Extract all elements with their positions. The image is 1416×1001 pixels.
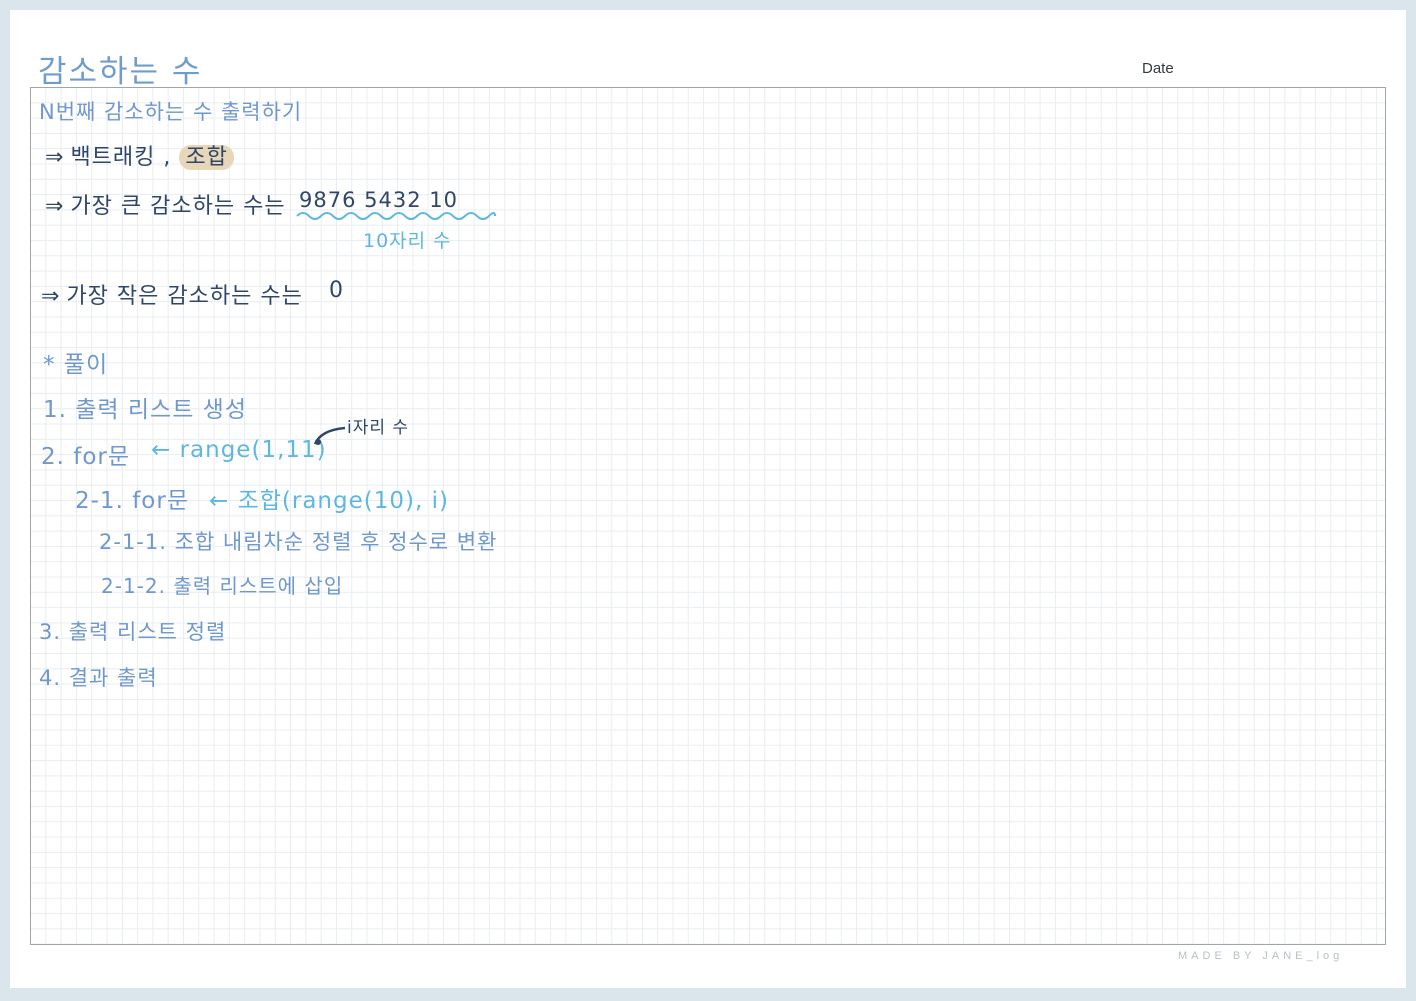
largest-value: 9876 5432 10 bbox=[299, 188, 458, 212]
step-3: 3. 출력 리스트 정렬 bbox=[39, 620, 227, 644]
arrow-icon: ⇒ bbox=[41, 284, 61, 309]
step-2-1-2: 2-1-2. 출력 리스트에 삽입 bbox=[101, 574, 344, 598]
smallest-line: ⇒ 가장 작은 감소하는 수는 bbox=[41, 278, 303, 310]
wavy-underline-icon bbox=[296, 212, 496, 220]
arrow-icon: ⇒ bbox=[45, 194, 65, 219]
date-label: Date bbox=[1142, 60, 1174, 77]
footer-brand: MADE BY JANE_log bbox=[1178, 950, 1344, 962]
step-2-label: 2. for문 bbox=[41, 444, 131, 470]
largest-label: 가장 큰 감소하는 수는 bbox=[70, 194, 286, 219]
solution-heading: * 풀이 bbox=[43, 352, 109, 378]
approach-highlight: 조합 bbox=[179, 145, 234, 170]
grid-area: N번째 감소하는 수 출력하기 ⇒ 백트래킹 , 조합 ⇒ 가장 큰 감소하는 수는… bbox=[30, 87, 1386, 945]
arrow-icon: ⇒ bbox=[45, 145, 65, 170]
step-1: 1. 출력 리스트 생성 bbox=[43, 397, 247, 423]
step-2-1-code: ← 조합(range(10), i) bbox=[209, 488, 449, 514]
step-4: 4. 결과 출력 bbox=[39, 666, 158, 690]
largest-line: ⇒ 가장 큰 감소하는 수는 bbox=[45, 188, 286, 220]
step-2-code: ← range(1,11) bbox=[151, 437, 327, 463]
step-2-1-label: 2-1. for문 bbox=[75, 488, 189, 514]
smallest-value: 0 bbox=[329, 278, 344, 303]
note-title: 감소하는 수 bbox=[38, 54, 203, 90]
smallest-label: 가장 작은 감소하는 수는 bbox=[66, 284, 303, 309]
step-2-1-1: 2-1-1. 조합 내림차순 정렬 후 정수로 변환 bbox=[99, 530, 498, 554]
note-page: 감소하는 수 Date N번째 감소하는 수 출력하기 ⇒ 백트래킹 , 조합 ⇒… bbox=[10, 10, 1406, 988]
approach-line: ⇒ 백트래킹 , 조합 bbox=[45, 139, 234, 171]
approach-text: 백트래킹 , bbox=[70, 145, 172, 170]
problem-statement: N번째 감소하는 수 출력하기 bbox=[39, 100, 303, 124]
largest-note: 10자리 수 bbox=[363, 230, 452, 252]
curved-arrow-icon bbox=[313, 426, 346, 445]
step-2-note: i자리 수 bbox=[347, 418, 410, 438]
